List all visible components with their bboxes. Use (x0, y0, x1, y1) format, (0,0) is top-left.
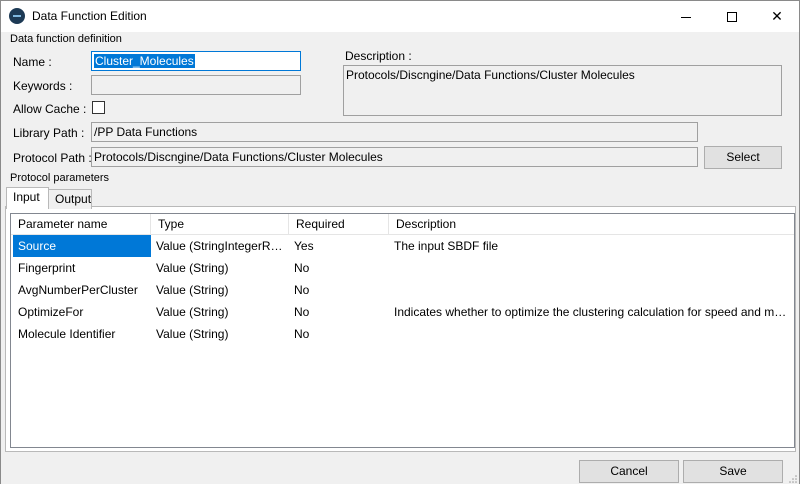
table-header: Parameter name Type Required Description (11, 214, 794, 235)
table-row[interactable]: Molecule Identifier Value (String) No (11, 323, 794, 345)
parameters-section-label: Protocol parameters (10, 172, 110, 184)
row-description (389, 323, 789, 345)
tab-input[interactable]: Input (6, 187, 49, 209)
table-row[interactable]: AvgNumberPerCluster Value (String) No (11, 279, 794, 301)
row-required: No (294, 305, 310, 319)
close-button[interactable]: ✕ (754, 1, 800, 32)
save-button[interactable]: Save (683, 460, 783, 483)
row-type: Value (StringIntegerReal... (156, 239, 289, 253)
table-row[interactable]: OptimizeFor Value (String) No Indicates … (11, 301, 794, 323)
row-parameter-name: AvgNumberPerCluster (18, 283, 138, 297)
parameters-table: Parameter name Type Required Description… (10, 213, 795, 448)
row-parameter-name: Source (13, 235, 151, 257)
row-description: Indicates whether to optimize the cluste… (394, 305, 789, 319)
row-parameter-name: Molecule Identifier (18, 327, 116, 341)
tab-output[interactable]: Output (48, 189, 92, 209)
row-description (389, 257, 789, 279)
row-required: No (294, 261, 310, 275)
row-description (389, 279, 789, 301)
library-path-label: Library Path : (13, 126, 85, 140)
allow-cache-checkbox[interactable] (92, 101, 105, 114)
keywords-label: Keywords : (13, 79, 73, 93)
cancel-button[interactable]: Cancel (579, 460, 679, 483)
row-type: Value (String) (156, 327, 229, 341)
maximize-icon (727, 12, 737, 23)
footer-bar (1, 458, 799, 484)
maximize-button[interactable] (709, 1, 755, 32)
column-header-description[interactable]: Description (389, 214, 794, 235)
table-row[interactable]: Fingerprint Value (String) No (11, 257, 794, 279)
description-field[interactable]: Protocols/Discngine/Data Functions/Clust… (343, 65, 782, 116)
description-label: Description : (345, 49, 412, 63)
minimize-button[interactable] (663, 1, 709, 32)
row-description: The input SBDF file (394, 239, 499, 253)
row-type: Value (String) (156, 305, 229, 319)
row-required: No (294, 327, 310, 341)
row-parameter-name: Fingerprint (18, 261, 76, 275)
data-function-dialog: Data Function Edition ✕ Data function de… (0, 0, 800, 484)
app-logo-icon (9, 8, 25, 24)
protocol-path-label: Protocol Path : (13, 151, 92, 165)
select-button[interactable]: Select (704, 146, 782, 169)
table-row[interactable]: Source Value (StringIntegerReal... Yes T… (11, 235, 794, 257)
row-required: Yes (294, 239, 314, 253)
column-header-parameter-name[interactable]: Parameter name (11, 214, 151, 235)
protocol-path-field[interactable]: Protocols/Discngine/Data Functions/Clust… (91, 147, 698, 167)
allow-cache-label: Allow Cache : (13, 102, 87, 116)
close-icon: ✕ (771, 8, 783, 24)
row-type: Value (String) (156, 261, 229, 275)
resize-grip-icon[interactable] (789, 475, 797, 483)
row-parameter-name: OptimizeFor (18, 305, 84, 319)
row-required: No (294, 283, 310, 297)
name-field[interactable]: Cluster_Molecules (91, 51, 301, 71)
column-header-type[interactable]: Type (151, 214, 289, 235)
column-header-required[interactable]: Required (289, 214, 389, 235)
row-type: Value (String) (156, 283, 229, 297)
window-title: Data Function Edition (32, 9, 147, 23)
keywords-field[interactable] (91, 75, 301, 95)
library-path-field[interactable]: /PP Data Functions (91, 122, 698, 142)
name-label: Name : (13, 55, 52, 69)
minimize-icon (681, 16, 691, 18)
title-bar: Data Function Edition ✕ (1, 1, 799, 32)
definition-section-label: Data function definition (10, 33, 122, 45)
name-field-value: Cluster_Molecules (94, 54, 195, 68)
